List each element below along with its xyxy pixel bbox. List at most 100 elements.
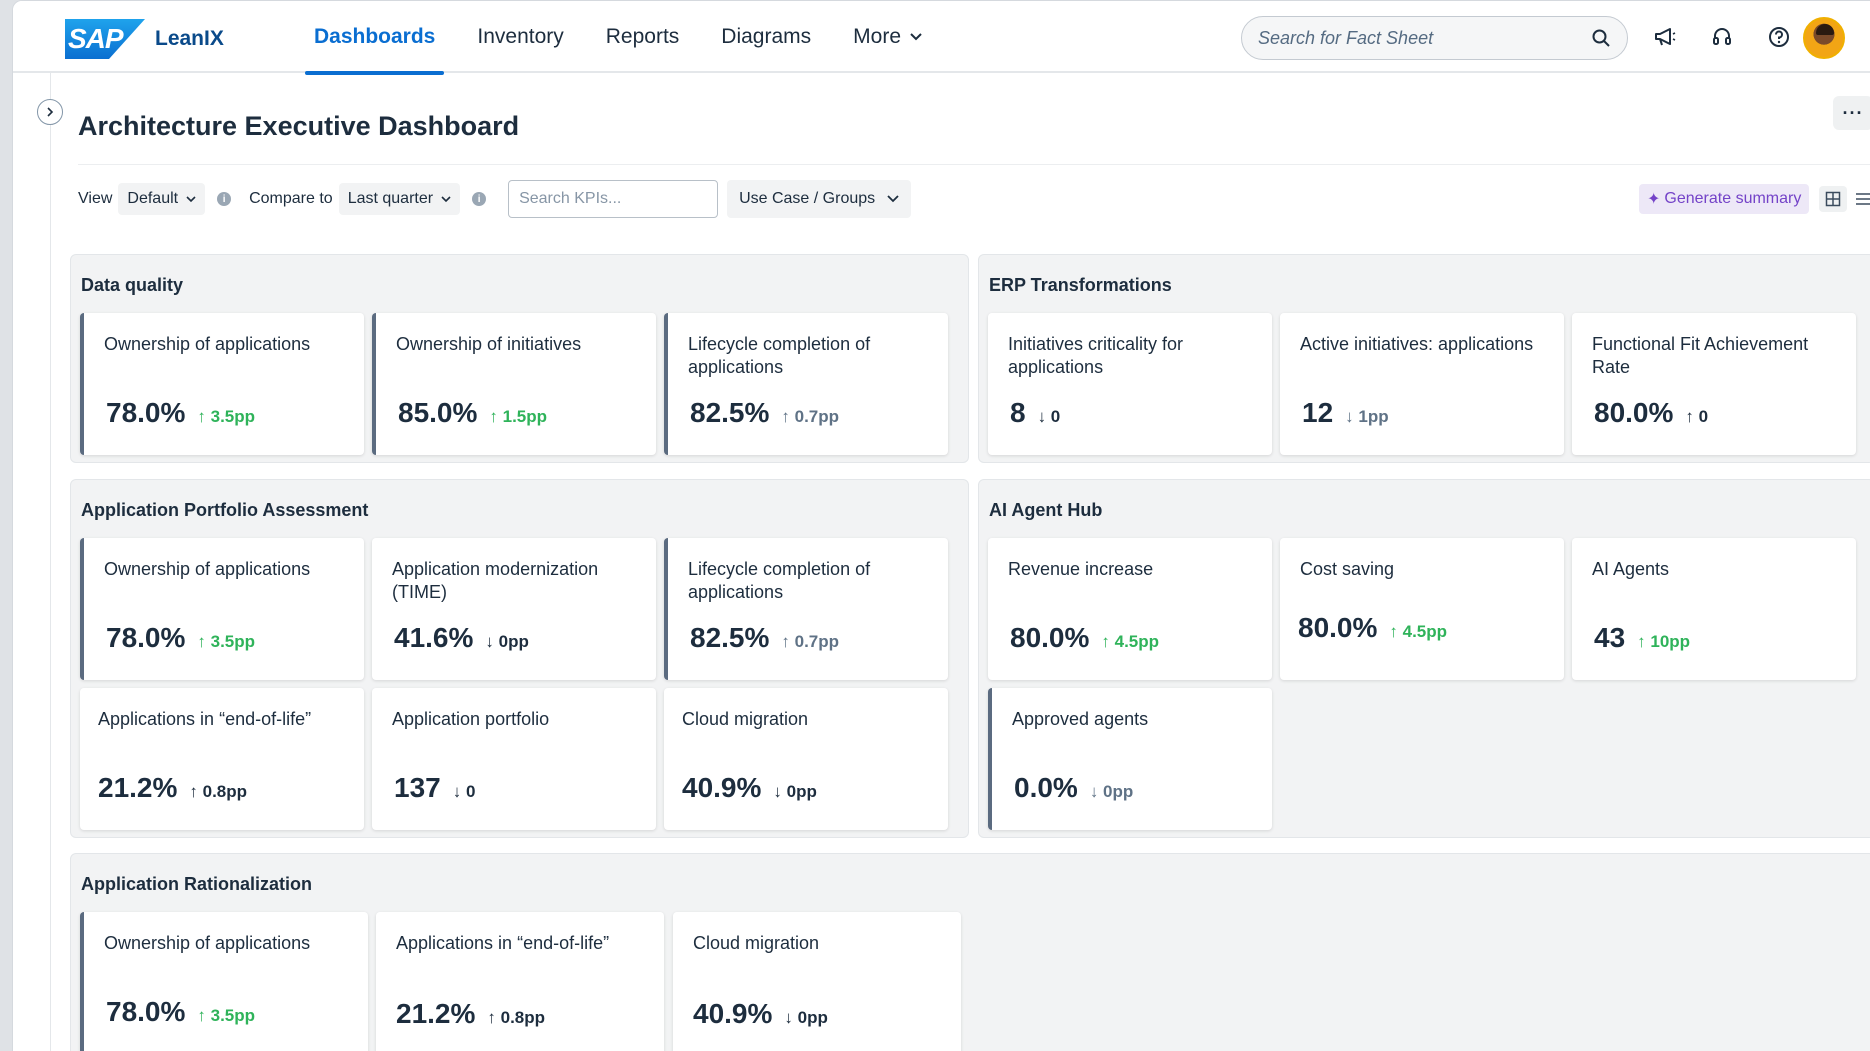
kpi-card[interactable]: Ownership of applications 78.0% ↑ 3.5pp — [80, 912, 368, 1051]
nav-dashboards[interactable]: Dashboards — [293, 1, 456, 75]
generate-summary-button[interactable]: ✦ Generate summary — [1639, 184, 1810, 214]
kpi-delta: ↑ 0.8pp — [487, 1008, 546, 1027]
kpi-card[interactable]: Application modernization (TIME) 41.6% ↓ … — [372, 538, 656, 680]
kpi-delta: ↓ 0pp — [784, 1008, 828, 1027]
main-nav: Dashboards Inventory Reports Diagrams Mo… — [293, 1, 944, 75]
kpi-title: Cloud migration — [693, 933, 820, 953]
kpi-value: 0.0% — [1014, 772, 1078, 803]
kpi-value: 80.0% — [1594, 397, 1674, 428]
kpi-value: 8 — [1010, 397, 1026, 428]
kpi-value: 12 — [1302, 397, 1334, 428]
group-title: ERP Transformations — [989, 275, 1172, 295]
sparkle-icon: ✦ — [1647, 191, 1661, 208]
nav-label: Inventory — [477, 25, 564, 48]
kpi-title: Application modernization (TIME) — [392, 559, 599, 602]
kpi-search-input[interactable] — [519, 190, 727, 208]
group-ai-agent-hub: AI Agent Hub Revenue increase 80.0% ↑ 4.5… — [978, 479, 1870, 838]
kpi-card[interactable]: Applications in “end-of-life” 21.2% ↑ 0.8… — [376, 912, 664, 1051]
kpi-card[interactable]: AI Agents 43 ↑ 10pp — [1572, 538, 1856, 680]
more-actions-button[interactable]: ··· — [1833, 96, 1870, 130]
expand-sidebar-button[interactable] — [37, 99, 63, 125]
kpi-title: Revenue increase — [1008, 559, 1154, 579]
chevron-down-icon — [186, 195, 196, 202]
kpi-title: Lifecycle completion of applications — [688, 334, 871, 377]
kpi-card[interactable]: Lifecycle completion of applications 82.… — [664, 313, 948, 455]
compare-select[interactable]: Last quarter — [338, 183, 461, 215]
kpi-value: 78.0% — [106, 622, 186, 653]
kpi-card[interactable]: Initiatives criticality for applications… — [988, 313, 1272, 455]
kpi-value: 137 — [394, 772, 441, 803]
nav-diagrams[interactable]: Diagrams — [700, 1, 832, 73]
kpi-value: 21.2% — [396, 998, 476, 1029]
use-case-label: Use Case / Groups — [739, 190, 876, 207]
group-erp-transformations: ERP Transformations Initiatives critical… — [978, 254, 1870, 463]
info-icon[interactable]: i — [217, 192, 232, 206]
page-title: Architecture Executive Dashboard — [78, 111, 520, 141]
view-label: View — [78, 190, 113, 207]
group-application-rationalization: Application Rationalization Ownership of… — [70, 853, 1870, 1051]
kpi-delta: ↑ 0.7pp — [781, 407, 840, 426]
kpi-title: Ownership of applications — [104, 933, 311, 953]
kpi-value: 80.0% — [1010, 622, 1090, 653]
view-value: Default — [127, 190, 179, 207]
top-header: SAP LeanIX Dashboards Inventory Reports … — [13, 1, 1870, 75]
megaphone-icon[interactable] — [1649, 21, 1681, 53]
kpi-value: 21.2% — [98, 772, 178, 803]
kpi-title: Approved agents — [1012, 709, 1149, 729]
nav-label: Diagrams — [721, 25, 812, 48]
nav-inventory[interactable]: Inventory — [456, 1, 584, 73]
kpi-value: 43 — [1594, 622, 1626, 653]
kpi-card[interactable]: Cost saving 80.0% ↑ 4.5pp — [1280, 538, 1564, 680]
kpi-card[interactable]: Applications in “end-of-life” 21.2% ↑ 0.8… — [80, 688, 364, 830]
search-icon[interactable] — [1591, 28, 1611, 48]
kpi-card[interactable]: Cloud migration 40.9% ↓ 0pp — [673, 912, 961, 1051]
kpi-value: 78.0% — [106, 397, 186, 428]
kpi-card[interactable]: Ownership of initiatives 85.0% ↑ 1.5pp — [372, 313, 656, 455]
fact-sheet-search[interactable] — [1241, 16, 1628, 60]
app-window: SAP LeanIX Dashboards Inventory Reports … — [12, 0, 1870, 1051]
nav-label: Dashboards — [314, 25, 436, 48]
kpi-value: 82.5% — [690, 397, 770, 428]
kpi-title: Cost saving — [1300, 559, 1395, 579]
kpi-card[interactable]: Ownership of applications 78.0% ↑ 3.5pp — [80, 313, 364, 455]
kpi-card[interactable]: Ownership of applications 78.0% ↑ 3.5pp — [80, 538, 364, 680]
list-view-button[interactable] — [1849, 186, 1870, 212]
kpi-card[interactable]: Revenue increase 80.0% ↑ 4.5pp — [988, 538, 1272, 680]
kpi-card[interactable]: Active initiatives: applications 12 ↓ 1pp — [1280, 313, 1564, 455]
group-title: AI Agent Hub — [989, 500, 1103, 520]
kpi-card[interactable]: Lifecycle completion of applications 82.… — [664, 538, 948, 680]
kpi-card[interactable]: Application portfolio 137 ↓ 0 — [372, 688, 656, 830]
grid-icon — [1825, 191, 1841, 207]
use-case-groups-select[interactable]: Use Case / Groups — [727, 180, 912, 218]
chevron-down-icon — [441, 195, 451, 202]
kpi-card[interactable]: Functional Fit Achievement Rate 80.0% ↑ 0 — [1572, 313, 1856, 455]
nav-more[interactable]: More — [832, 1, 944, 73]
kpi-title: Application portfolio — [392, 709, 550, 729]
group-title: Data quality — [81, 275, 184, 295]
kpi-title: Applications in “end-of-life” — [396, 933, 610, 953]
fact-sheet-search-input[interactable] — [1258, 27, 1591, 49]
kpi-search[interactable] — [508, 180, 727, 218]
user-avatar[interactable] — [1803, 17, 1845, 59]
kpi-value: 40.9% — [682, 772, 762, 803]
kpi-delta: ↓ 0pp — [485, 632, 529, 651]
side-rail — [13, 73, 51, 1051]
nav-label: More — [853, 25, 902, 48]
info-icon[interactable]: i — [472, 192, 487, 206]
kpi-title: Functional Fit Achievement Rate — [1592, 334, 1809, 377]
kpi-value: 85.0% — [398, 397, 478, 428]
kpi-title: AI Agents — [1592, 559, 1670, 579]
group-title: Application Rationalization — [81, 874, 313, 894]
kpi-delta: ↓ 1pp — [1345, 407, 1389, 426]
kpi-card[interactable]: Approved agents 0.0% ↓ 0pp — [988, 688, 1272, 830]
headset-icon[interactable] — [1706, 21, 1738, 53]
logo[interactable]: SAP LeanIX — [65, 19, 224, 59]
view-select[interactable]: Default — [118, 183, 206, 215]
help-icon[interactable] — [1763, 21, 1795, 53]
kpi-delta: ↑ 10pp — [1637, 632, 1691, 651]
kpi-delta: ↑ 3.5pp — [197, 632, 256, 651]
kpi-card[interactable]: Cloud migration 40.9% ↓ 0pp — [664, 688, 948, 830]
nav-reports[interactable]: Reports — [585, 1, 701, 73]
kpi-value: 40.9% — [693, 998, 773, 1029]
grid-view-button[interactable] — [1819, 186, 1847, 212]
